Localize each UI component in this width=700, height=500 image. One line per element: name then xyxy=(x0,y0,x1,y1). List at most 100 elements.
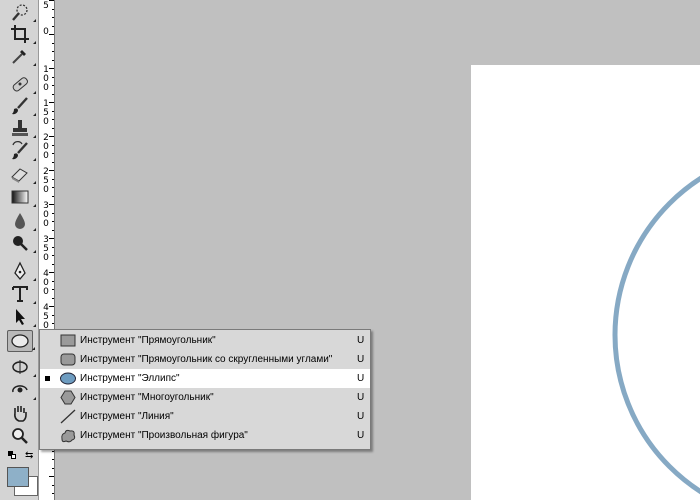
ruler-label: 3 5 0 xyxy=(43,235,49,263)
ruler-tick xyxy=(52,60,54,61)
ruler-label: 2 5 0 xyxy=(43,167,49,195)
crop-tool-icon[interactable] xyxy=(7,23,36,45)
ruler-tick xyxy=(49,102,54,103)
ruler-tick xyxy=(52,187,54,188)
shortcut-key: U xyxy=(357,411,365,422)
history-brush-tool-icon[interactable] xyxy=(7,140,36,162)
3d-orbit-tool-icon[interactable] xyxy=(7,379,36,401)
ruler-tick xyxy=(49,238,54,239)
ruler-label: 1 0 0 xyxy=(43,65,49,93)
ruler-tick xyxy=(52,196,54,197)
ruler-tick xyxy=(52,153,54,154)
3d-rotate-tool-icon[interactable] xyxy=(7,356,36,378)
ruler-tick xyxy=(52,128,54,129)
shortcut-key: U xyxy=(357,373,365,384)
zoom-tool-icon[interactable] xyxy=(7,425,33,447)
menu-item-custom-shape-tool[interactable]: Инструмент "Произвольная фигура" U xyxy=(40,426,370,445)
ruler-tick xyxy=(49,204,54,205)
ruler-tick xyxy=(52,289,54,290)
shape-tool-flyout-menu: Инструмент "Прямоугольник" U Инструмент … xyxy=(39,329,371,450)
ruler-tick xyxy=(52,179,54,180)
rectangle-shape-icon xyxy=(60,334,76,347)
selected-bullet xyxy=(45,376,50,381)
custom-shape-icon xyxy=(61,429,76,443)
ruler-tick xyxy=(52,119,54,120)
ruler-tick xyxy=(52,247,54,248)
ruler-tick xyxy=(52,221,54,222)
ruler-label: 1 5 0 xyxy=(43,99,49,127)
default-colors-icon[interactable] xyxy=(8,451,16,459)
ruler-tick xyxy=(52,315,54,316)
ruler-tick xyxy=(49,306,54,307)
ruler-tick xyxy=(52,26,54,27)
ruler-tick xyxy=(52,485,54,486)
ruler-tick xyxy=(52,9,54,10)
ruler-tick xyxy=(52,77,54,78)
eyedropper-tool-icon[interactable] xyxy=(7,45,36,67)
menu-item-ellipse-tool[interactable]: Инструмент "Эллипс" U xyxy=(40,369,370,388)
ruler-tick xyxy=(52,145,54,146)
document-canvas[interactable] xyxy=(471,65,700,500)
ruler-tick xyxy=(52,493,54,494)
ruler-tick xyxy=(52,51,54,52)
ruler-tick xyxy=(52,162,54,163)
ellipse-tool-icon[interactable] xyxy=(7,330,35,352)
menu-item-label: Инструмент "Прямоугольник со скругленным… xyxy=(80,354,333,365)
shortcut-key: U xyxy=(357,392,365,403)
shortcut-key: U xyxy=(357,354,365,365)
ruler-tick xyxy=(52,468,54,469)
ruler-tick xyxy=(52,213,54,214)
ruler-tick xyxy=(52,43,54,44)
ruler-tick xyxy=(49,272,54,273)
ruler-tick xyxy=(52,323,54,324)
ruler-label: 4 0 0 xyxy=(43,269,49,297)
dodge-tool-icon[interactable] xyxy=(7,232,36,254)
hand-tool-icon[interactable] xyxy=(7,402,33,424)
ruler-tick xyxy=(52,85,54,86)
shortcut-key: U xyxy=(357,430,365,441)
ruler-tick xyxy=(49,34,54,35)
ruler-label: 5 xyxy=(43,1,49,11)
quick-selection-tool-icon[interactable] xyxy=(7,1,36,23)
ruler-tick xyxy=(52,281,54,282)
blur-tool-icon[interactable] xyxy=(7,210,36,232)
menu-item-rounded-rectangle-tool[interactable]: Инструмент "Прямоугольник со скругленным… xyxy=(40,350,370,369)
ruler-label: 4 5 0 xyxy=(43,303,49,331)
swap-colors-icon[interactable]: ⇆ xyxy=(25,450,33,461)
type-tool-icon[interactable] xyxy=(7,283,36,305)
menu-item-line-tool[interactable]: Инструмент "Линия" U xyxy=(40,407,370,426)
ellipse-shape xyxy=(612,175,700,495)
ruler-tick xyxy=(52,111,54,112)
menu-item-label: Инструмент "Прямоугольник" xyxy=(80,335,216,346)
ruler-tick xyxy=(49,68,54,69)
ruler-tick xyxy=(52,264,54,265)
brush-tool-icon[interactable] xyxy=(7,95,36,117)
ruler-label: 3 0 0 xyxy=(43,201,49,229)
pen-tool-icon[interactable] xyxy=(7,260,36,282)
ruler-tick xyxy=(52,451,54,452)
menu-item-label: Инструмент "Линия" xyxy=(80,411,174,422)
ruler-tick xyxy=(52,17,54,18)
ruler-tick xyxy=(52,298,54,299)
foreground-color-swatch[interactable] xyxy=(7,467,29,487)
path-selection-tool-icon[interactable] xyxy=(7,306,36,328)
ruler-tick xyxy=(52,255,54,256)
ruler-tick xyxy=(52,230,54,231)
menu-item-polygon-tool[interactable]: Инструмент "Многоугольник" U xyxy=(40,388,370,407)
menu-item-rectangle-tool[interactable]: Инструмент "Прямоугольник" U xyxy=(40,331,370,350)
menu-item-label: Инструмент "Эллипс" xyxy=(80,373,180,384)
clone-stamp-tool-icon[interactable] xyxy=(7,117,36,139)
gradient-tool-icon[interactable] xyxy=(7,186,36,208)
ruler-tick xyxy=(49,476,54,477)
eraser-tool-icon[interactable] xyxy=(7,163,36,185)
polygon-shape-icon xyxy=(60,390,76,405)
shortcut-key: U xyxy=(357,335,365,346)
line-shape-icon xyxy=(60,409,76,424)
ellipse-shape-icon xyxy=(60,372,76,385)
ruler-tick xyxy=(49,170,54,171)
healing-brush-tool-icon[interactable] xyxy=(7,73,36,95)
ruler-tick xyxy=(52,94,54,95)
ruler-tick xyxy=(49,136,54,137)
ruler-tick xyxy=(49,0,54,1)
menu-item-label: Инструмент "Многоугольник" xyxy=(80,392,214,403)
